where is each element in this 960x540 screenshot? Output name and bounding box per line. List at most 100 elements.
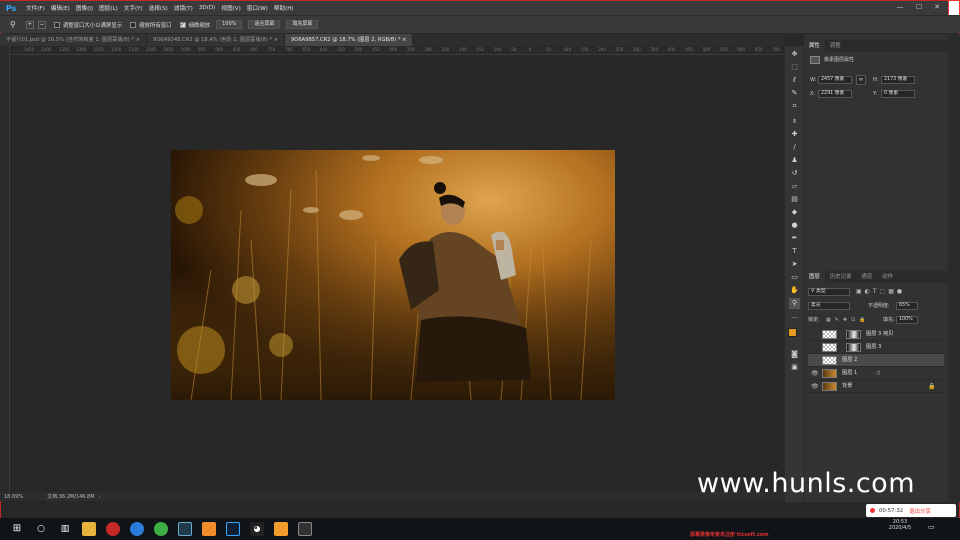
document-image[interactable] (171, 150, 615, 400)
move-tool-icon[interactable]: ✥ (789, 49, 800, 60)
layer-row[interactable]: 图层 2 (808, 354, 944, 367)
eye-icon[interactable]: 👁 (811, 367, 819, 380)
layer-row[interactable]: 👁 背景 🔒 (808, 380, 944, 393)
file-explorer-icon[interactable] (82, 522, 96, 536)
menu-edit[interactable]: 编辑(E) (51, 4, 70, 12)
height-field[interactable]: 2173 像素 (881, 76, 915, 84)
app-icon[interactable] (274, 522, 288, 536)
layer-mask-thumbnail[interactable] (846, 343, 861, 352)
layer-filter-icons[interactable]: ▣◐T⬚▦● (856, 288, 905, 296)
tab-document-1[interactable]: 不留行01.psd @ 16.5% (自然饱和度 1, 图层蒙版/8) * × (0, 34, 148, 46)
more-tools-icon[interactable]: … (789, 311, 800, 322)
scrubby-zoom-checkbox[interactable]: ✓ 细微缩放 (179, 21, 210, 29)
type-tool-icon[interactable]: T (789, 246, 800, 257)
link-icon[interactable]: ∞ (856, 75, 866, 85)
zoom-level[interactable]: 18.69% (4, 494, 23, 500)
marquee-tool-icon[interactable]: ⬚ (789, 62, 800, 73)
menu-view[interactable]: 视图(V) (221, 4, 240, 12)
layer-mask-thumbnail[interactable] (846, 330, 861, 339)
opacity-field[interactable]: 65% (896, 302, 918, 310)
history-brush-icon[interactable]: ↺ (789, 168, 800, 179)
search-icon[interactable]: ○ (34, 522, 48, 536)
menu-image[interactable]: 图像(I) (76, 4, 93, 12)
y-field[interactable]: 0 像素 (881, 90, 915, 98)
pen-tool-icon[interactable]: ✒ (789, 233, 800, 244)
hand-tool-icon[interactable]: ✋ (789, 285, 800, 296)
rectangle-tool-icon[interactable]: ▭ (789, 272, 800, 283)
brush-tool-icon[interactable]: ∕ (789, 142, 800, 153)
zoom-all-checkbox[interactable]: 缩放所有窗口 (130, 21, 172, 29)
tab-close-icon[interactable]: × (136, 37, 140, 43)
tab-document-3[interactable]: 9O6A9857.CR2 @ 18.7% (图层 2, RGB/8) * × (284, 34, 414, 46)
menu-file[interactable]: 文件(F) (26, 4, 45, 12)
tab-document-2[interactable]: 9O6A9348.CR2 @ 18.4% (色阶 1, 图层蒙版/8) * × (147, 34, 285, 46)
blur-tool-icon[interactable]: ◆ (789, 207, 800, 218)
fill-screen-button[interactable]: 填充屏幕 (286, 20, 319, 29)
fill-field[interactable]: 100% (896, 316, 918, 324)
zoom-100-button[interactable]: 100% (216, 20, 243, 29)
maximize-icon[interactable]: ☐ (912, 2, 926, 12)
tab-close-icon[interactable]: × (274, 37, 278, 43)
crop-tool-icon[interactable]: ⌗ (789, 101, 800, 112)
menu-select[interactable]: 选择(S) (149, 4, 168, 12)
lock-icons[interactable]: ▦✎✥⊡🔒 (826, 316, 870, 324)
tab-close-icon[interactable]: × (402, 37, 406, 43)
screen-mode-icon[interactable]: ▣ (789, 362, 800, 373)
taskbar-clock[interactable]: 20:53 2020/4/5 (880, 519, 920, 531)
tab-properties[interactable]: 属性 (804, 40, 825, 52)
zoom-in-icon[interactable]: + (25, 20, 34, 29)
fit-screen-button[interactable]: 适合屏幕 (248, 20, 281, 29)
qq-icon[interactable]: ◕ (250, 522, 264, 536)
ruler-horizontal[interactable]: 1450 1400 1350 1300 1250 1200 1150 1100 1050 1000… (10, 46, 784, 55)
screen-recorder-icon[interactable] (298, 522, 312, 536)
blend-mode-select[interactable]: 柔光 (808, 302, 850, 310)
notification-icon[interactable]: ▭ (928, 523, 935, 531)
menu-type[interactable]: 文字(Y) (124, 4, 143, 12)
stop-share-button[interactable]: 退出分享 (909, 507, 931, 515)
tab-history[interactable]: 历史记录 (825, 271, 857, 283)
lightroom-icon[interactable] (178, 522, 192, 536)
task-view-icon[interactable]: ▥ (58, 522, 72, 536)
tab-adjustments[interactable]: 调整 (825, 40, 846, 52)
zoom-tool-icon[interactable]: ⚲ (10, 20, 16, 29)
document-size[interactable]: 文档:36.2M/146.8M (47, 493, 94, 500)
width-field[interactable]: 2457 像素 (818, 76, 852, 84)
resize-window-checkbox[interactable]: 调整窗口大小以满屏显示 (53, 21, 122, 29)
layer-row[interactable]: 图层 3 拷贝 (808, 328, 944, 341)
netease-music-icon[interactable] (106, 522, 120, 536)
menu-layer[interactable]: 图层(L) (99, 4, 118, 12)
healing-tool-icon[interactable]: ✚ (789, 129, 800, 140)
zoom-tool-icon[interactable]: ⚲ (789, 298, 800, 309)
quick-select-tool-icon[interactable]: ✎ (789, 88, 800, 99)
x-field[interactable]: 2291 像素 (818, 90, 852, 98)
panel-scrollbar[interactable] (948, 34, 960, 502)
photoshop-taskbar-icon[interactable] (226, 522, 240, 536)
tab-actions[interactable]: 动作 (877, 271, 898, 283)
ruler-vertical[interactable] (0, 46, 10, 492)
dodge-tool-icon[interactable]: ● (789, 220, 800, 231)
menu-3d[interactable]: 3D(D) (199, 5, 216, 11)
eyedropper-tool-icon[interactable]: ⌽ (789, 116, 800, 127)
tab-channels[interactable]: 通道 (856, 271, 877, 283)
layer-filter-select[interactable]: ⚲ 类型 (808, 288, 850, 296)
layer-row[interactable]: 👁 图层 1 ☝ (808, 367, 944, 380)
quick-mask-icon[interactable]: ◙ (789, 349, 800, 360)
stamp-tool-icon[interactable]: ♟ (789, 155, 800, 166)
wechat-icon[interactable] (154, 522, 168, 536)
status-menu-arrow-icon[interactable]: › (99, 494, 101, 500)
windows-start-icon[interactable]: ⊞ (10, 522, 24, 536)
minimize-icon[interactable]: — (893, 2, 907, 12)
lasso-tool-icon[interactable]: ℓ (789, 75, 800, 86)
close-icon[interactable]: ✕ (930, 2, 944, 12)
foreground-color-swatch[interactable] (788, 328, 797, 337)
eraser-tool-icon[interactable]: ▱ (789, 181, 800, 192)
tab-layers[interactable]: 图层 (804, 271, 825, 283)
browser-icon[interactable] (130, 522, 144, 536)
folder-app-icon[interactable] (202, 522, 216, 536)
path-select-tool-icon[interactable]: ➤ (789, 259, 800, 270)
menu-help[interactable]: 帮助(H) (274, 4, 294, 12)
gradient-tool-icon[interactable]: ▤ (789, 194, 800, 205)
layer-row[interactable]: 图层 3 (808, 341, 944, 354)
zoom-out-icon[interactable]: − (37, 20, 46, 29)
menu-filter[interactable]: 滤镜(T) (174, 4, 193, 12)
